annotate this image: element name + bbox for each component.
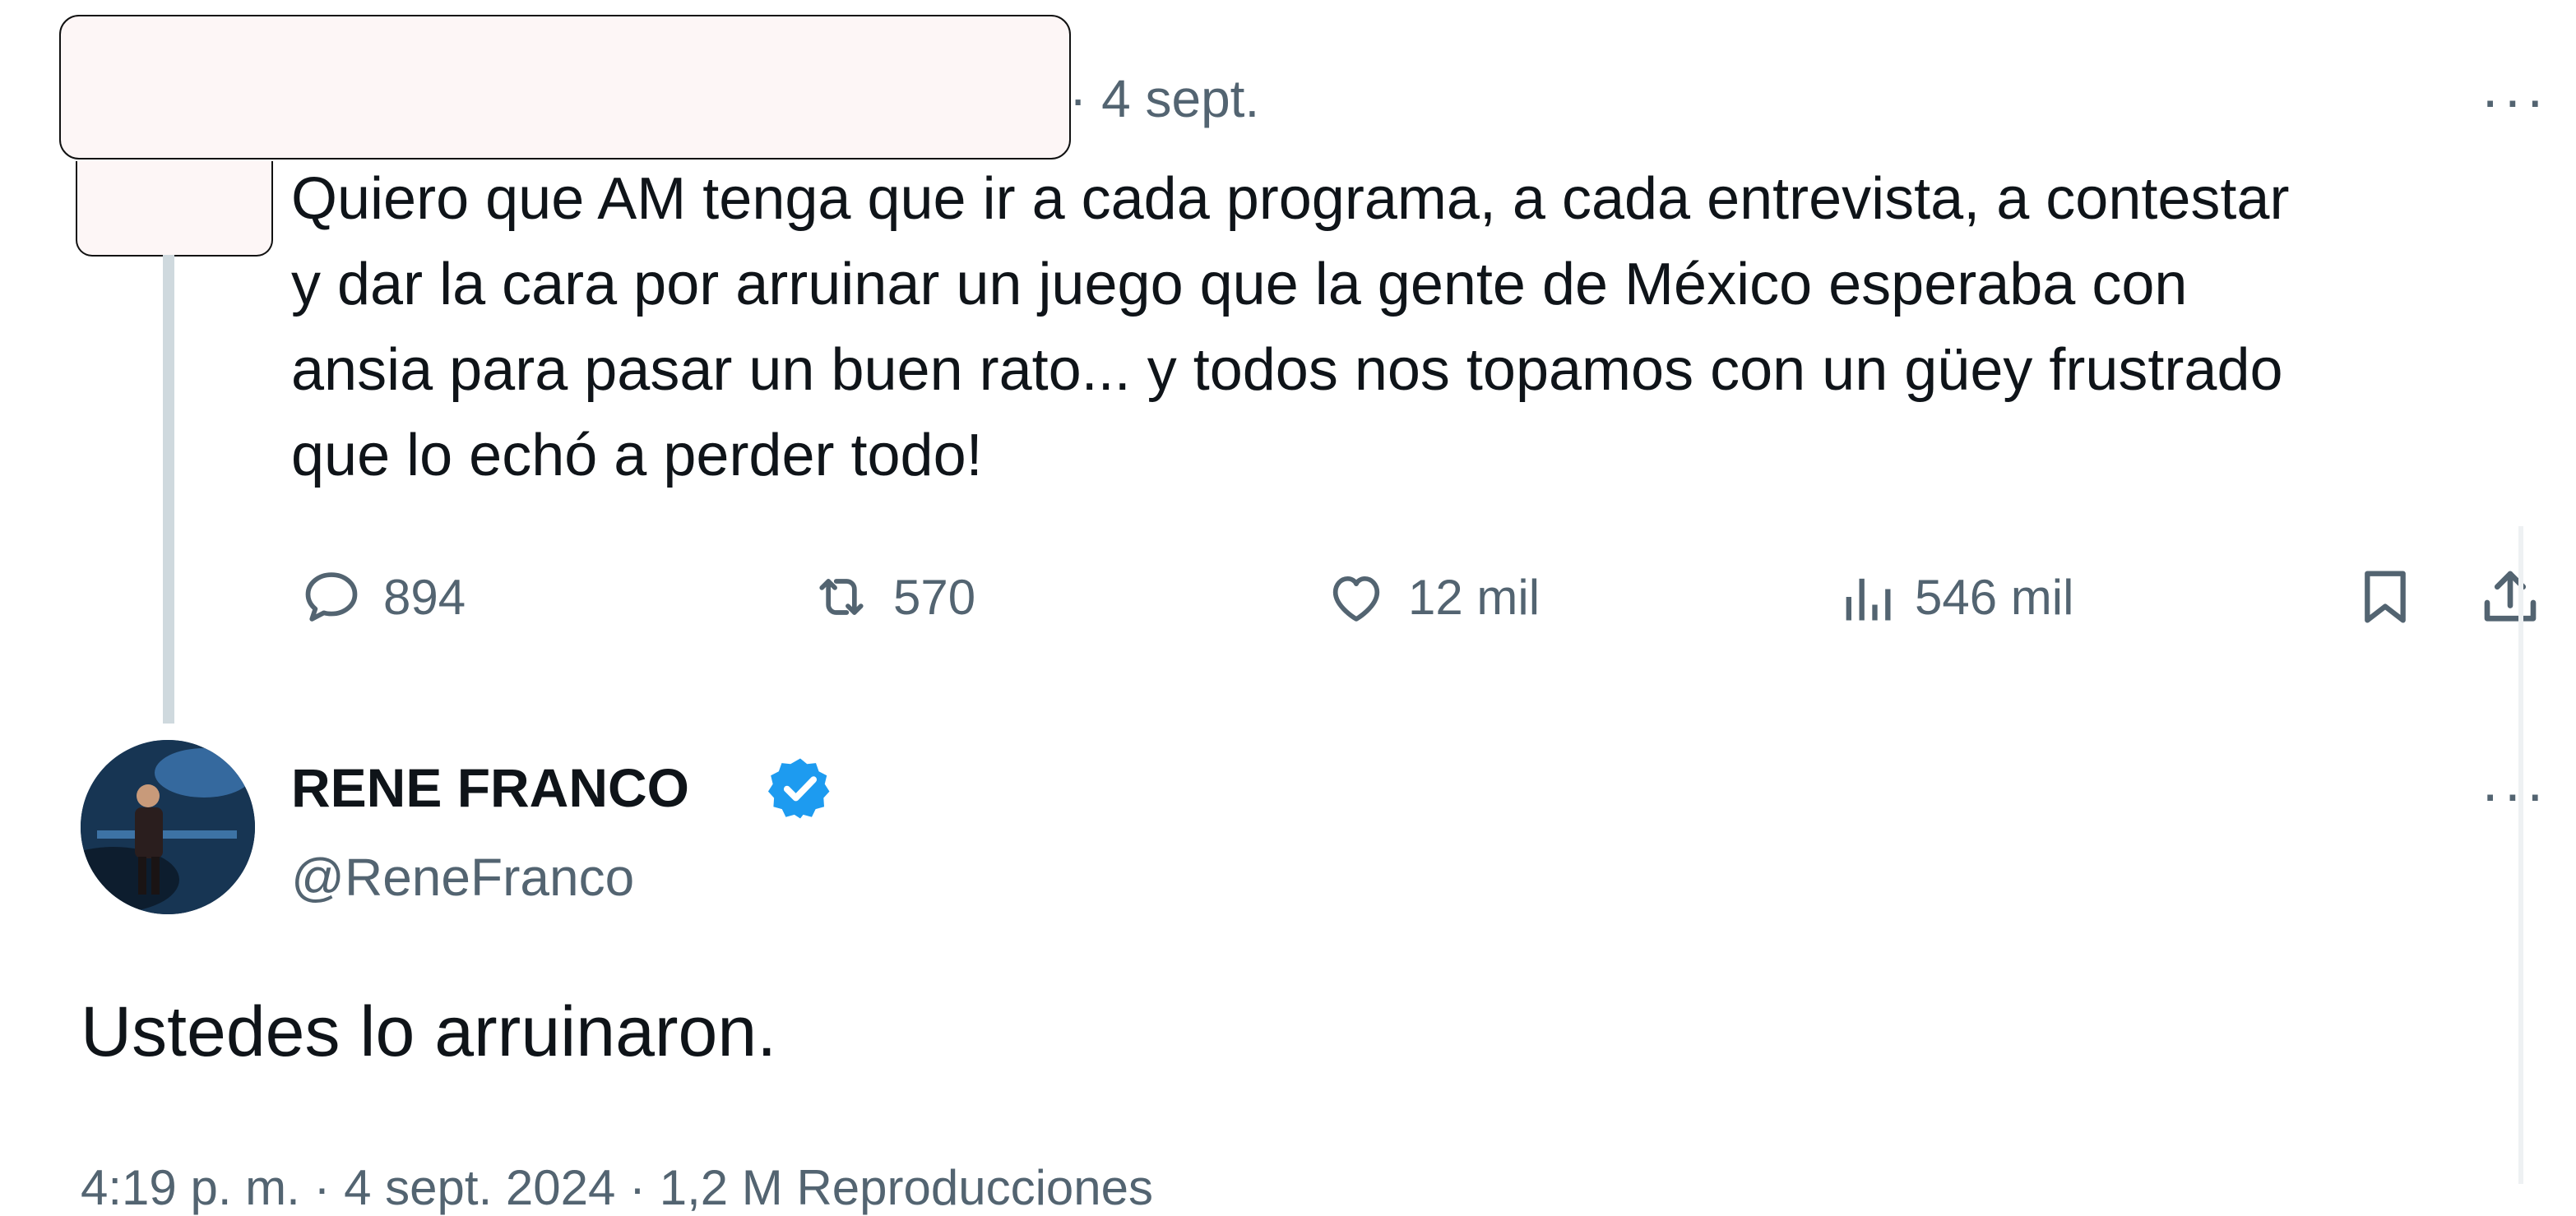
more-options-button[interactable]: ··· [2481, 71, 2548, 128]
main-tweet-text: Ustedes lo arruinaron. [81, 992, 777, 1071]
more-options-button-main[interactable]: ··· [2481, 765, 2548, 822]
tweet-date[interactable]: · 4 sept. [1069, 72, 1259, 125]
repost-count: 570 [893, 569, 976, 625]
like-icon [1332, 576, 1380, 622]
tweet-text-line: y dar la cara por arruinar un juego que … [291, 252, 2188, 317]
share-icon [2484, 571, 2537, 622]
user-handle[interactable]: @ReneFranco [291, 847, 634, 908]
like-count: 12 mil [1408, 569, 1541, 625]
redacted-username-box [59, 15, 1071, 160]
verified-badge[interactable] [765, 753, 836, 828]
bookmark-button[interactable] [2352, 561, 2418, 637]
tweet-text: Quiero que AM tenga que ir a cada progra… [291, 156, 2561, 498]
bookmark-icon [2365, 571, 2406, 623]
reply-count: 894 [383, 569, 466, 625]
thread-connector-line [163, 255, 174, 724]
avatar[interactable] [81, 740, 255, 914]
repost-icon [819, 579, 864, 615]
repost-button[interactable]: 570 [806, 566, 975, 628]
scrollbar-edge[interactable] [2518, 526, 2523, 1184]
tweet-timestamp-views[interactable]: 4:19 p. m. · 4 sept. 2024 · 1,2 M Reprod… [81, 1159, 1153, 1216]
tweet-text-line: Quiero que AM tenga que ir a cada progra… [291, 166, 2290, 232]
tweet-text-line: que lo echó a perder todo! [291, 423, 983, 488]
reply-button[interactable]: 894 [296, 566, 466, 628]
redacted-avatar-box [76, 161, 273, 257]
views-count: 546 mil [1915, 569, 2074, 625]
tweet-text-line: ansia para pasar un buen rato... y todos… [291, 337, 2283, 403]
display-name[interactable]: RENE FRANCO [291, 756, 689, 819]
views-icon [1846, 578, 1891, 621]
verified-badge-icon [767, 758, 830, 819]
share-button[interactable] [2476, 561, 2545, 637]
avatar-photo [81, 740, 255, 914]
views-button[interactable]: 546 mil [1836, 566, 2073, 628]
like-button[interactable]: 12 mil [1321, 566, 1540, 628]
reply-icon [305, 572, 358, 622]
